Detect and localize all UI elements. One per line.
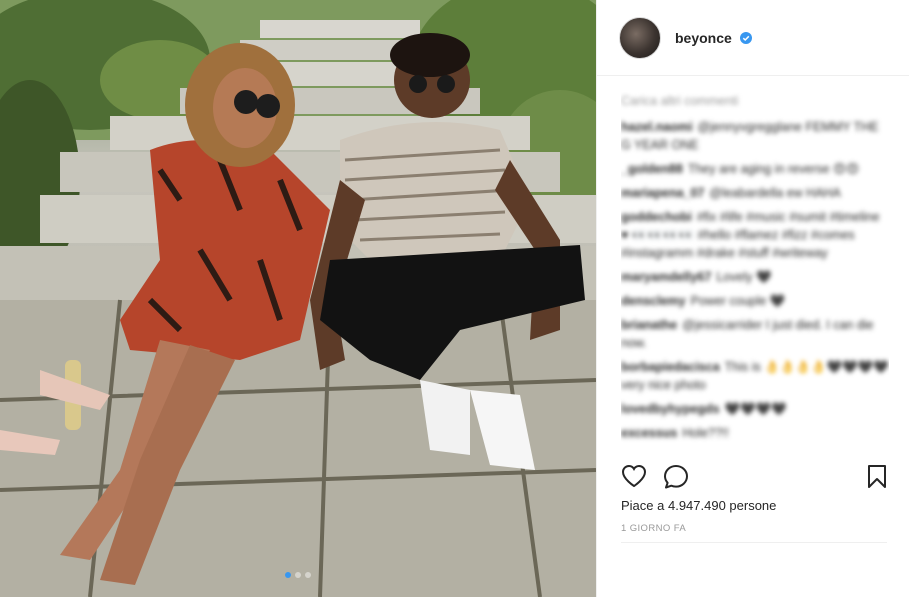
comment-text: @leabardella ew HAHA <box>709 186 841 200</box>
carousel-dot[interactable] <box>285 572 291 578</box>
comments-list: Carica altri commenti hazel.naomi @jennyv… <box>621 92 889 454</box>
post-sidebar: beyonce Carica altri commenti hazel.naom… <box>596 0 909 597</box>
comment-item: densclemy Power couple 🖤 <box>621 292 889 310</box>
comment-text: Lovely 🖤 <box>716 270 772 284</box>
comment-item: borbapiedacisca This is 👌👌👌👌🖤🖤🖤🖤 very nic… <box>621 358 889 394</box>
comment-text: 🖤🖤🖤🖤 <box>724 402 787 416</box>
comment-item: maryamdelly67 Lovely 🖤 <box>621 268 889 286</box>
comment-item: brianathe @jessicarrider I just died. I c… <box>621 316 889 352</box>
photo-illustration <box>0 0 596 597</box>
username-link[interactable]: beyonce <box>675 30 752 46</box>
post-timestamp[interactable]: 1 GIORNO FA <box>621 523 686 534</box>
comment-item: lovedbyhypegds 🖤🖤🖤🖤 <box>621 400 889 418</box>
comment-username[interactable]: excessus <box>621 426 677 440</box>
comment-username[interactable]: maryamdelly67 <box>621 270 711 284</box>
likes-count[interactable]: Piace a 4.947.490 persone <box>621 498 776 513</box>
comment-username[interactable]: hazel.naomi <box>621 120 693 134</box>
comment-item: goddechobi #fix #life #music #sumit #time… <box>621 208 889 262</box>
comment-item: excessus Hole??!! <box>621 424 889 442</box>
carousel-dot[interactable] <box>305 572 311 578</box>
username-text[interactable]: beyonce <box>675 30 732 46</box>
bookmark-icon[interactable] <box>867 464 887 489</box>
comment-item: _golden88 They are aging in reverse 😍😍 <box>621 160 889 178</box>
post-photo[interactable] <box>0 0 596 597</box>
post-header: beyonce <box>597 0 909 76</box>
comment-username[interactable]: _golden88 <box>621 162 683 176</box>
comment-username[interactable]: goddechobi <box>621 210 692 224</box>
comment-item: hazel.naomi @jennyvgregglane FEMMY THE G … <box>621 118 889 154</box>
comment-text: They are aging in reverse 😍😍 <box>687 162 860 176</box>
carousel-indicator <box>0 565 596 583</box>
comment-username[interactable]: borbapiedacisca <box>621 360 720 374</box>
avatar[interactable] <box>619 16 661 59</box>
load-more-comments-link[interactable]: Carica altri commenti <box>621 92 889 110</box>
comment-text: Power couple 🖤 <box>690 294 786 308</box>
carousel-dot[interactable] <box>295 572 301 578</box>
comment-icon[interactable] <box>663 464 689 490</box>
comment-username[interactable]: mariapena_07 <box>621 186 704 200</box>
comment-item: mariapena_07 @leabardella ew HAHA <box>621 184 889 202</box>
comment-username[interactable]: densclemy <box>621 294 686 308</box>
post-actions <box>621 464 887 490</box>
comment-text: Hole??!! <box>682 426 729 440</box>
comment-username[interactable]: lovedbyhypegds <box>621 402 720 416</box>
verified-badge-icon <box>739 31 752 44</box>
divider <box>621 542 887 543</box>
comment-username[interactable]: brianathe <box>621 318 677 332</box>
heart-icon[interactable] <box>621 464 647 488</box>
